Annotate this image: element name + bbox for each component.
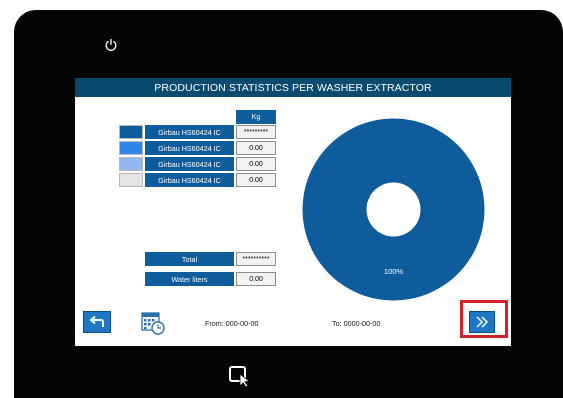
- water-liters-label: Water liters: [145, 272, 234, 286]
- window-cursor-icon[interactable]: [228, 365, 256, 388]
- production-donut-chart: 100%: [302, 118, 485, 301]
- statistics-screen: PRODUCTION STATISTICS PER WASHER EXTRACT…: [75, 78, 511, 346]
- to-date: To: 0000-00-00: [332, 319, 381, 328]
- calendar-clock-icon[interactable]: [140, 310, 166, 336]
- machine-label: Girbau HS60424 IC: [145, 125, 234, 139]
- power-icon[interactable]: [102, 36, 120, 54]
- back-arrow-icon: [89, 315, 104, 327]
- total-label: Total: [145, 252, 234, 266]
- row-color-swatch: [119, 125, 143, 139]
- next-button-highlight: [460, 300, 508, 338]
- water-liters-value: 0.00: [236, 272, 276, 286]
- row-color-swatch: [119, 157, 143, 171]
- back-button[interactable]: [83, 311, 111, 333]
- machine-kg-value: 0.00: [236, 173, 276, 187]
- machine-kg-value: 0.00: [236, 157, 276, 171]
- page-title: PRODUCTION STATISTICS PER WASHER EXTRACT…: [75, 78, 511, 97]
- pie-slice-label: 100%: [384, 267, 404, 276]
- machine-label: Girbau HS60424 IC: [145, 141, 234, 155]
- machine-label: Girbau HS60424 IC: [145, 157, 234, 171]
- machine-kg-value: 0.00: [236, 141, 276, 155]
- from-date: From: 000-00-00: [205, 319, 259, 328]
- machine-kg-value: *********: [236, 125, 276, 139]
- row-color-swatch: [119, 173, 143, 187]
- machine-label: Girbau HS60424 IC: [145, 173, 234, 187]
- row-color-swatch: [119, 141, 143, 155]
- kg-column-header: Kg: [236, 110, 276, 124]
- total-value: **********: [236, 252, 276, 266]
